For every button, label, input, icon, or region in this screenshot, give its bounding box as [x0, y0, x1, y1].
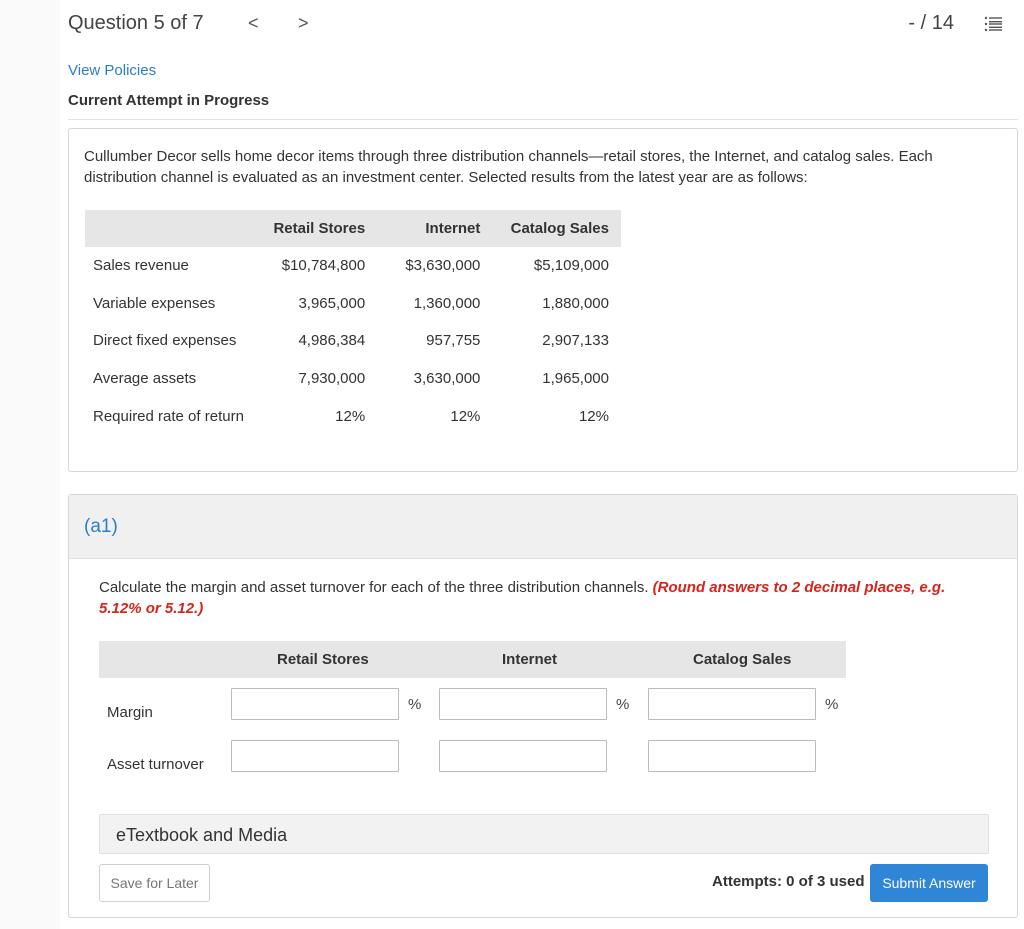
table-cell: 12%	[450, 407, 481, 425]
page: Question 5 of 7 < > - / 14 View Policies…	[0, 0, 1024, 929]
part-instructions: Calculate the margin and asset turnover …	[99, 577, 989, 619]
row-label: Direct fixed expenses	[93, 332, 237, 350]
table-cell: 12%	[578, 407, 609, 425]
table-cell: $10,784,800	[281, 257, 366, 275]
table-cell: $3,630,000	[405, 257, 481, 275]
turnover-retail-input[interactable]	[231, 740, 399, 772]
row-label: Sales revenue	[93, 257, 189, 275]
instruction-text: Calculate the margin and asset turnover …	[99, 579, 653, 596]
divider	[68, 119, 1018, 120]
save-for-later-button[interactable]: Save for Later	[99, 864, 210, 902]
table-cell: 12%	[335, 407, 366, 425]
view-policies-link[interactable]: View Policies	[68, 62, 156, 79]
etextbook-media-panel[interactable]: eTextbook and Media	[99, 814, 989, 854]
table-cell: 4,986,384	[298, 332, 366, 350]
table-cell: 2,907,133	[542, 332, 609, 350]
table-cell: $5,109,000	[533, 257, 609, 275]
margin-retail-input[interactable]	[231, 688, 399, 720]
margin-catalog-input[interactable]	[648, 688, 816, 720]
table-row: Direct fixed expenses 4,986,384 957,755 …	[85, 322, 621, 360]
problem-text: Cullumber Decor sells home decor items t…	[84, 148, 933, 186]
next-question-button[interactable]: >	[298, 13, 309, 34]
answer-table-header: Retail Stores Internet Catalog Sales	[99, 641, 846, 678]
percent-unit: %	[616, 696, 630, 713]
prev-question-button[interactable]: <	[248, 13, 259, 34]
column-header: Catalog Sales	[492, 210, 621, 247]
column-header: Retail Stores	[259, 210, 378, 247]
table-header-row: Retail Stores Internet Catalog Sales	[85, 210, 621, 247]
table-cell: 1,880,000	[542, 294, 609, 312]
table-cell: 3,630,000	[413, 370, 481, 388]
asset-turnover-label: Asset turnover	[107, 756, 204, 773]
problem-card: Cullumber Decor sells home decor items t…	[68, 128, 1018, 472]
question-header: Question 5 of 7 < > - / 14	[60, 0, 1024, 58]
margin-label: Margin	[107, 704, 153, 721]
column-header: Internet	[377, 210, 493, 247]
table-cell: 3,965,000	[298, 294, 366, 312]
column-header: Retail Stores	[277, 651, 369, 668]
attempts-counter: Attempts: 0 of 3 used	[712, 873, 865, 890]
row-label: Variable expenses	[93, 294, 216, 312]
part-a1-card: (a1) Calculate the margin and asset turn…	[68, 494, 1018, 918]
question-score: - / 14	[908, 12, 954, 34]
turnover-internet-input[interactable]	[439, 740, 607, 772]
etextbook-label: eTextbook and Media	[116, 825, 288, 845]
table-row: Average assets 7,930,000 3,630,000 1,965…	[85, 360, 621, 398]
table-cell: 1,360,000	[413, 294, 481, 312]
table-row: Variable expenses 3,965,000 1,360,000 1,…	[85, 285, 621, 323]
attempt-heading: Current Attempt in Progress	[68, 92, 270, 109]
table-cell: 7,930,000	[298, 370, 366, 388]
table-row: Required rate of return 12% 12% 12%	[85, 397, 621, 435]
percent-unit: %	[408, 696, 422, 713]
percent-unit: %	[825, 696, 839, 713]
question-title: Question 5 of 7	[68, 12, 204, 34]
left-gutter	[0, 0, 60, 929]
results-table: Retail Stores Internet Catalog Sales Sal…	[85, 210, 621, 435]
table-corner	[85, 210, 260, 247]
table-row: Sales revenue $10,784,800 $3,630,000 $5,…	[85, 247, 621, 285]
row-label: Average assets	[93, 370, 197, 388]
part-label: (a1)	[84, 516, 118, 537]
row-label: Required rate of return	[93, 407, 244, 425]
column-header: Catalog Sales	[693, 651, 792, 668]
question-list-icon[interactable]	[984, 15, 1002, 33]
part-header: (a1)	[69, 495, 1017, 559]
table-cell: 1,965,000	[542, 370, 609, 388]
table-cell: 957,755	[426, 332, 481, 350]
submit-answer-button[interactable]: Submit Answer	[870, 864, 988, 902]
margin-internet-input[interactable]	[439, 688, 607, 720]
turnover-catalog-input[interactable]	[648, 740, 816, 772]
column-header: Internet	[502, 651, 558, 668]
